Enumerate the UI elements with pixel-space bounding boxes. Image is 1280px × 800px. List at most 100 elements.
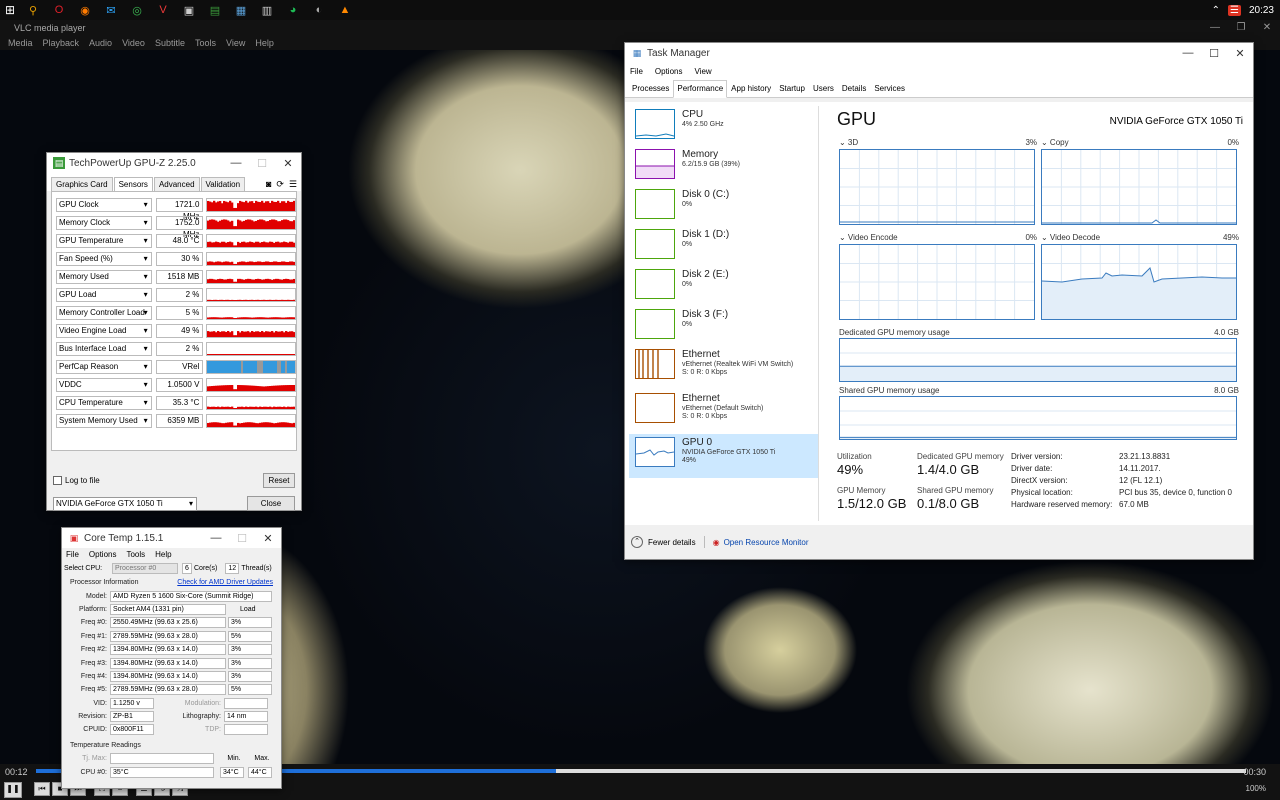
notepad-icon[interactable]: ▥ [257,2,277,18]
close-button[interactable]: Close [247,496,295,511]
close-icon[interactable]: ✕ [275,157,301,170]
sensor-label-select[interactable]: GPU Temperature [56,234,152,248]
minimize-icon[interactable]: — [1202,22,1228,33]
sensor-label-select[interactable]: Video Engine Load [56,324,152,338]
vlc-menu-playback[interactable]: Playback [43,38,80,48]
resource-item[interactable]: Ethernet vEthernet (Realtek WiFi VM Switc… [629,346,818,390]
coretemp-menu-options[interactable]: Options [89,550,117,559]
chrome-icon[interactable]: ◎ [127,2,147,18]
opera-icon[interactable]: O [49,2,69,18]
close-icon[interactable]: ✕ [255,532,281,545]
search-icon[interactable]: ⚲ [23,2,43,18]
sensor-bar [289,317,292,319]
sensor-label-select[interactable]: System Memory Used [56,414,152,428]
coretemp-menu-help[interactable]: Help [155,550,171,559]
close-icon[interactable]: ✕ [1254,22,1280,33]
close-icon[interactable]: ✕ [1227,47,1253,60]
mail-icon[interactable]: ✉ [101,2,121,18]
minimize-icon[interactable]: — [223,157,249,170]
media-icon[interactable]: ◐ [309,2,329,18]
processor-select[interactable]: Processor #0 [112,563,178,574]
engine-name[interactable]: ⌄ Video Encode [839,233,898,242]
tab-details[interactable]: Details [838,80,870,97]
minimize-icon[interactable]: — [203,532,229,545]
log-to-file-checkbox[interactable]: Log to file [53,476,100,485]
resource-item[interactable]: Ethernet vEthernet (Default Switch) S: 0 R… [629,390,818,434]
start-button[interactable]: ⊞ [0,0,20,20]
resource-item[interactable]: Disk 3 (F:) 0% [629,306,818,346]
vlc-menu-tools[interactable]: Tools [195,38,216,48]
resource-item[interactable]: Disk 1 (D:) 0% [629,226,818,266]
taskmanager-menu-file[interactable]: File [630,67,643,76]
vlc-menu-audio[interactable]: Audio [89,38,112,48]
vlc-menu-media[interactable]: Media [8,38,33,48]
tab-services[interactable]: Services [870,80,909,97]
tab-advanced[interactable]: Advanced [153,177,200,191]
maximize-icon[interactable]: ☐ [229,532,255,545]
tab-sensors[interactable]: Sensors [113,177,153,191]
coretemp-menu-file[interactable]: File [66,550,79,559]
sensor-label-select[interactable]: Fan Speed (%) [56,252,152,266]
vlc-menu-help[interactable]: Help [255,38,274,48]
sensor-label-select[interactable]: PerfCap Reason [56,360,152,374]
resource-item[interactable]: GPU 0 NVIDIA GeForce GTX 1050 Ti 49% [629,434,818,478]
fewer-details-link[interactable]: Fewer details [648,538,696,547]
maximize-icon[interactable]: ☐ [1201,47,1227,60]
reset-button[interactable]: Reset [263,473,295,488]
sensor-label-select[interactable]: Memory Used [56,270,152,284]
vivaldi-icon[interactable]: V [153,2,173,18]
sensor-label-select[interactable]: GPU Load [56,288,152,302]
engine-name[interactable]: ⌄ Video Decode [1041,233,1100,242]
taskmanager-menu-options[interactable]: Options [655,67,683,76]
tab-validation[interactable]: Validation [200,177,246,191]
sensor-label-select[interactable]: VDDC [56,378,152,392]
sensor-label-select[interactable]: Bus Interface Load [56,342,152,356]
volume-level[interactable]: 100% [1246,784,1266,793]
engine-name[interactable]: ⌄ 3D [839,138,858,147]
tab-performance[interactable]: Performance [673,80,728,98]
device-select[interactable]: NVIDIA GeForce GTX 1050 Ti ▾ [53,496,197,511]
vlc-menu-view[interactable]: View [226,38,245,48]
maximize-icon[interactable]: ❐ [1228,22,1254,33]
previous-icon[interactable]: ⏮ [34,782,50,796]
camera-icon[interactable]: ◙ [266,179,271,189]
coretemp-menu-tools[interactable]: Tools [126,550,145,559]
taskmanager-menu-view[interactable]: View [694,67,711,76]
vlc-icon[interactable]: ▲ [335,2,355,18]
resource-item[interactable]: Disk 2 (E:) 0% [629,266,818,306]
resource-item[interactable]: Disk 0 (C:) 0% [629,186,818,226]
pause-icon[interactable]: ❚❚ [4,782,22,798]
chevron-up-icon[interactable]: ⌃ [631,536,643,548]
tab-startup[interactable]: Startup [775,80,809,97]
taskmanager-icon[interactable]: ▦ [231,2,251,18]
vlc-menu-video[interactable]: Video [122,38,145,48]
tab-graphics-card[interactable]: Graphics Card [51,177,113,191]
resource-item[interactable]: Memory 6.2/15.9 GB (39%) [629,146,818,186]
menu-icon[interactable]: ☰ [289,179,297,190]
tray-chevron-icon[interactable]: ⌃ [1212,5,1220,16]
resource-item[interactable]: CPU 4% 2.50 GHz [629,106,818,146]
spotify-icon[interactable]: ◕ [283,2,303,18]
resource-monitor-link[interactable]: Open Resource Monitor [724,538,809,547]
resource-name: Ethernet [682,393,720,404]
sandbox-icon[interactable]: ▣ [179,2,199,18]
vlc-menu-subtitle[interactable]: Subtitle [155,38,185,48]
tab-app-history[interactable]: App history [727,80,775,97]
sensor-label-select[interactable]: GPU Clock [56,198,152,212]
driver-update-link[interactable]: Check for AMD Driver Updates [177,579,273,586]
clock[interactable]: 20:23 [1249,5,1274,16]
maximize-icon[interactable]: ☐ [249,157,275,170]
tab-processes[interactable]: Processes [628,80,673,97]
firefox-icon[interactable]: ◉ [75,2,95,18]
thumbnail-plot [636,449,674,456]
tab-users[interactable]: Users [809,80,838,97]
tray-app-icon[interactable]: ☰ [1228,4,1241,16]
sensor-label-select[interactable]: Memory Clock [56,216,152,230]
engine-name[interactable]: ⌄ Copy [1041,138,1069,147]
sensor-label-select[interactable]: Memory Controller Load [56,306,152,320]
gpuz-icon[interactable]: ▤ [205,2,225,18]
minimize-icon[interactable]: — [1175,47,1201,60]
refresh-icon[interactable]: ⟳ [276,179,284,190]
sensor-label-select[interactable]: CPU Temperature [56,396,152,410]
sensor-bar [275,261,278,265]
